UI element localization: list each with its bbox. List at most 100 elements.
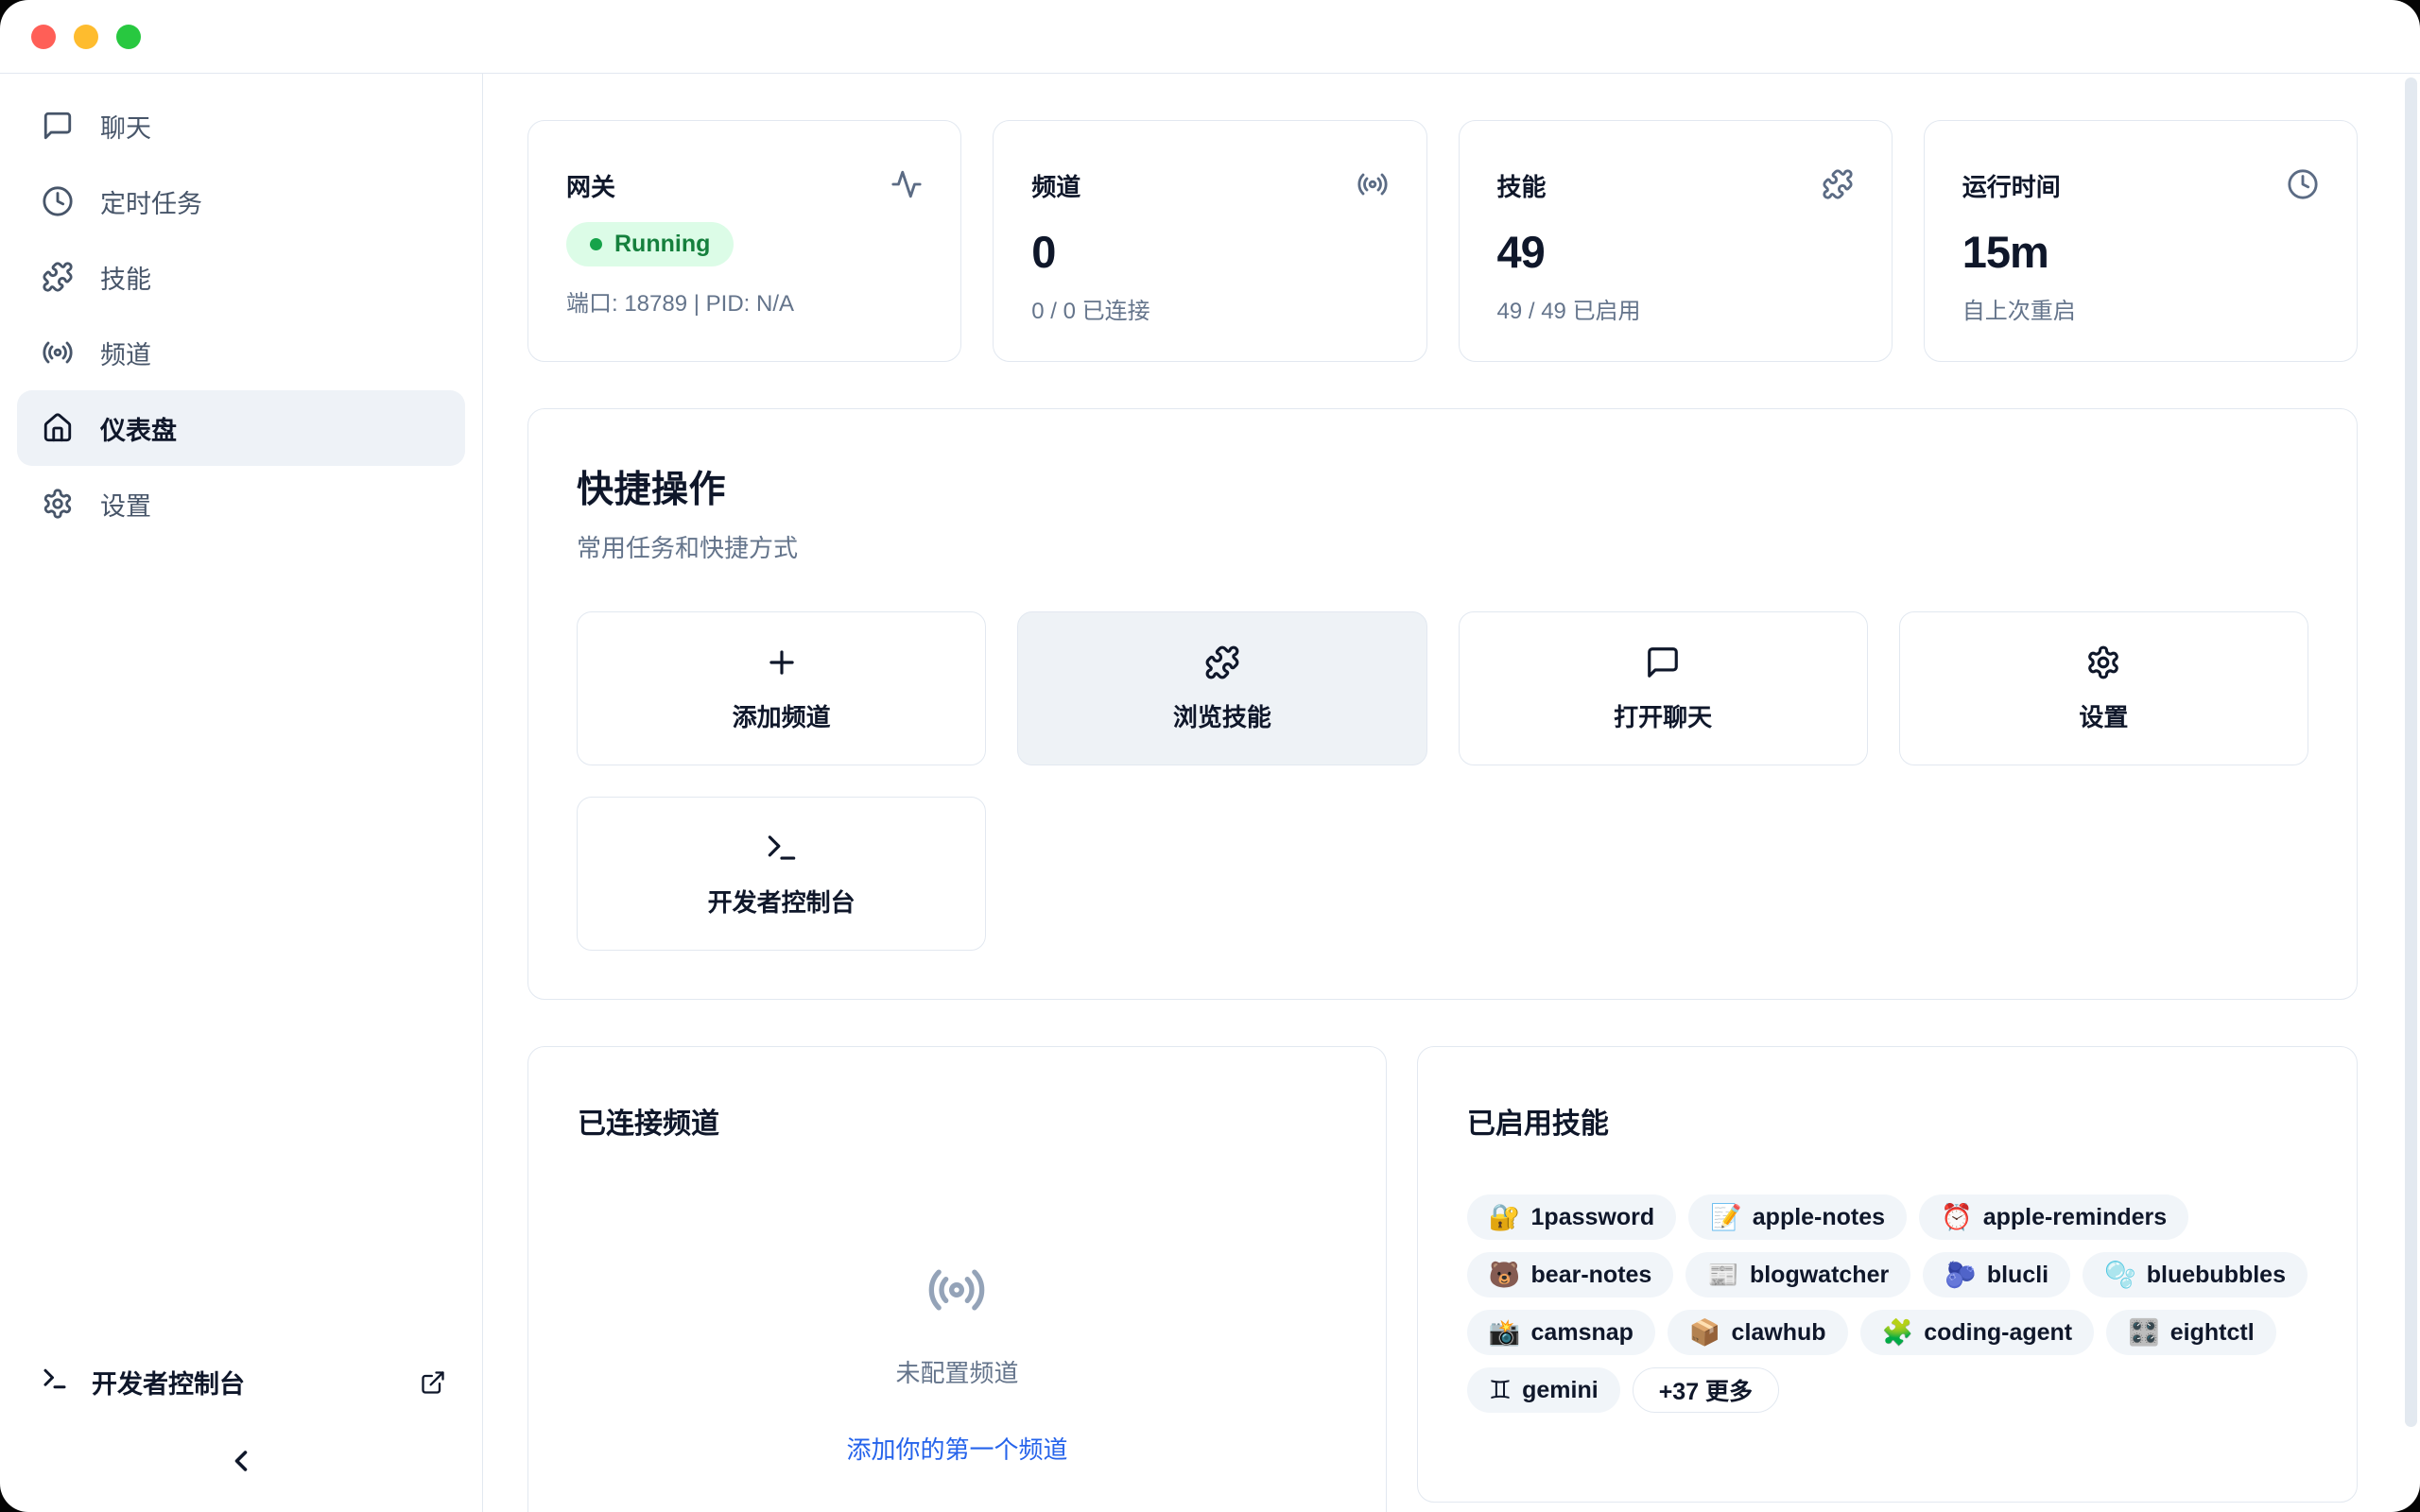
skill-badge: 🫧 bluebubbles (2083, 1252, 2308, 1297)
chat-icon (1645, 644, 1681, 680)
stat-value: 0 (1031, 226, 1388, 278)
skill-emoji-icon: 📸 (1489, 1320, 1521, 1346)
sidebar-collapse-button[interactable] (224, 1444, 258, 1478)
skill-emoji-icon: 🔐 (1489, 1205, 1521, 1230)
more-skills-badge[interactable]: +37 更多 (1633, 1367, 1779, 1413)
skill-name: apple-notes (1753, 1204, 1885, 1231)
skill-badge: 🫐blucli (1923, 1252, 2070, 1297)
quick-actions-card: 快捷操作 常用任务和快捷方式 添加频道浏览技能打开聊天设置开发者控制台 (527, 408, 2358, 1000)
activity-icon (890, 168, 923, 200)
quick-action-label: 添加频道 (733, 698, 831, 733)
sidebar-item-1[interactable]: 定时任务 (17, 163, 465, 239)
sidebar-item-0[interactable]: 聊天 (17, 88, 465, 163)
skill-badge: 🐻bear-notes (1467, 1252, 1673, 1297)
gear-icon (42, 488, 74, 520)
skill-name: bear-notes (1531, 1262, 1652, 1289)
quick-action-label: 浏览技能 (1173, 698, 1271, 733)
quick-actions-subtitle: 常用任务和快捷方式 (577, 529, 2308, 564)
skill-badge: 🎛️eightctl (2106, 1310, 2276, 1355)
stat-card-1: 频道 0 0 / 0 已连接 (993, 120, 1426, 362)
channels-empty-state: 未配置频道 添加你的第一个频道 (578, 1260, 1337, 1466)
puzzle-icon (42, 261, 74, 293)
titlebar (0, 0, 2420, 74)
connected-channels-card: 已连接频道 未配置频道 添加你的第一个频道 (527, 1046, 1387, 1512)
skill-name: clawhub (1732, 1319, 1826, 1347)
clock-icon (42, 185, 74, 217)
external-link-icon[interactable] (420, 1369, 446, 1396)
sidebar-item-2[interactable]: 技能 (17, 239, 465, 315)
quick-action-2[interactable]: 打开聊天 (1459, 611, 1868, 765)
stat-card-2: 技能 49 49 / 49 已启用 (1459, 120, 1893, 362)
skill-emoji-icon: ♊ (1489, 1378, 1512, 1403)
terminal-icon (41, 1365, 69, 1393)
quick-action-0[interactable]: 添加频道 (577, 611, 986, 765)
radio-icon (42, 336, 74, 369)
status-badge: Running (566, 222, 734, 266)
skill-badge: ⏰ apple-reminders (1919, 1194, 2188, 1240)
chevron-left-icon (224, 1444, 258, 1478)
skill-badges: 🔐1password📝apple-notes⏰apple-reminders🐻b… (1467, 1194, 2308, 1413)
sidebar: 聊天定时任务技能频道仪表盘设置 开发者控制台 (0, 74, 483, 1512)
skill-emoji-icon: 🫧 (2104, 1263, 2136, 1288)
stat-value: 49 (1497, 226, 1854, 278)
sidebar-nav: 聊天定时任务技能频道仪表盘设置 (0, 88, 482, 541)
quick-action-label: 打开聊天 (1614, 698, 1712, 733)
skill-name: gemini (1522, 1377, 1599, 1404)
sidebar-item-label: 定时任务 (100, 183, 202, 220)
puzzle-icon (1204, 644, 1240, 680)
sidebar-item-4[interactable]: 仪表盘 (17, 390, 465, 466)
gear-icon (2085, 644, 2121, 680)
skill-badge-row: 🔐1password📝apple-notes⏰apple-reminders (1467, 1194, 2308, 1240)
sidebar-item-label: 设置 (100, 486, 151, 523)
skill-name: bluebubbles (2147, 1262, 2286, 1289)
skill-badge-row: 📸camsnap 📦 clawhub 🧩 coding-agent 🎛️eightctl (1467, 1310, 2308, 1355)
skill-name: apple-reminders (1983, 1204, 2168, 1231)
dev-console-label: 开发者控制台 (92, 1364, 245, 1400)
skill-emoji-icon: 🧩 (1882, 1320, 1914, 1346)
stats-row: 网关 Running 端口: 18789 | PID: N/A 频道 0 0 / (527, 120, 2358, 362)
skill-badge: 🧩 coding-agent (1860, 1310, 2095, 1355)
sidebar-item-label: 技能 (100, 259, 151, 296)
clock-icon (2287, 168, 2319, 200)
add-first-channel-link[interactable]: 添加你的第一个频道 (846, 1431, 1067, 1466)
skill-badge: 📰blogwatcher (1685, 1252, 1910, 1297)
main-content: 网关 Running 端口: 18789 | PID: N/A 频道 0 0 / (483, 74, 2420, 1512)
skill-emoji-icon: ⏰ (1941, 1205, 1973, 1230)
more-skills-label: +37 更多 (1659, 1373, 1753, 1407)
external-link-icon (420, 1369, 446, 1396)
skill-emoji-icon: 📰 (1707, 1263, 1739, 1288)
skill-badge: 📝 apple-notes (1688, 1194, 1907, 1240)
skill-badge: ♊ gemini (1467, 1367, 1620, 1413)
radio-icon (926, 1260, 987, 1320)
skill-name: eightctl (2170, 1319, 2255, 1347)
sidebar-item-5[interactable]: 设置 (17, 466, 465, 541)
sidebar-dev-console[interactable]: 开发者控制台 (41, 1364, 446, 1400)
traffic-zoom-button[interactable] (116, 25, 141, 49)
traffic-minimize-button[interactable] (74, 25, 98, 49)
skill-badge: 📸camsnap (1467, 1310, 1655, 1355)
stat-detail: 0 / 0 已连接 (1031, 292, 1388, 325)
window-body: 聊天定时任务技能频道仪表盘设置 开发者控制台 网关 Running (0, 74, 2420, 1512)
terminal-icon (764, 830, 800, 866)
enabled-skills-title: 已启用技能 (1467, 1100, 2308, 1142)
status-dot-icon (590, 238, 602, 250)
app-window: 聊天定时任务技能频道仪表盘设置 开发者控制台 网关 Running (0, 0, 2420, 1512)
stat-detail: 49 / 49 已启用 (1497, 292, 1854, 325)
stat-card-0: 网关 Running 端口: 18789 | PID: N/A (527, 120, 961, 362)
chat-icon (42, 110, 74, 142)
skill-emoji-icon: 🫐 (1945, 1263, 1977, 1288)
stat-title: 技能 (1497, 168, 1547, 203)
quick-action-1[interactable]: 浏览技能 (1017, 611, 1426, 765)
skill-emoji-icon: 📝 (1710, 1205, 1742, 1230)
skill-emoji-icon: 📦 (1689, 1320, 1721, 1346)
sidebar-item-label: 仪表盘 (100, 410, 177, 447)
quick-action-3[interactable]: 设置 (1899, 611, 2308, 765)
sidebar-item-3[interactable]: 频道 (17, 315, 465, 390)
channels-empty-text: 未配置频道 (895, 1354, 1018, 1389)
skill-name: coding-agent (1924, 1319, 2072, 1347)
traffic-close-button[interactable] (31, 25, 56, 49)
scrollbar-thumb[interactable] (2405, 77, 2417, 1427)
quick-action-4[interactable]: 开发者控制台 (577, 797, 986, 951)
quick-action-label: 开发者控制台 (708, 884, 856, 919)
skill-badge-row: ♊ gemini +37 更多 (1467, 1367, 2308, 1413)
